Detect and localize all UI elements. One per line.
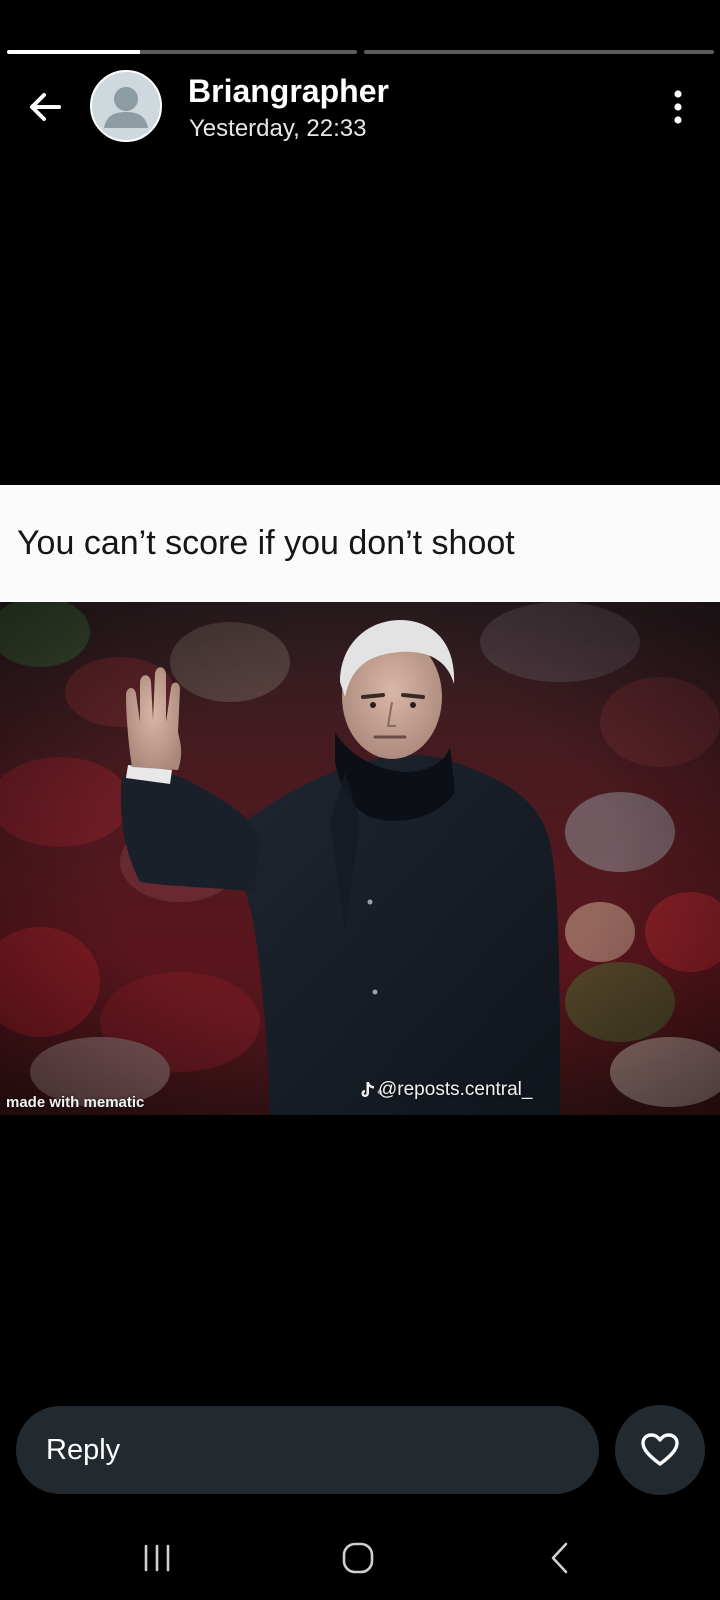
avatar[interactable] [90, 70, 162, 142]
nav-back-button[interactable] [530, 1530, 590, 1586]
chevron-left-icon [551, 1542, 568, 1574]
like-button[interactable] [615, 1405, 705, 1495]
nav-home-button[interactable] [328, 1530, 388, 1586]
heart-outline-icon [641, 1433, 679, 1466]
home-icon [342, 1542, 374, 1574]
story-media[interactable]: You can’t score if you don’t shoot made … [0, 485, 720, 1115]
tiktok-handle: @reposts.central_ [378, 1079, 533, 1100]
reply-placeholder: Reply [46, 1433, 121, 1466]
more-vertical-icon [674, 90, 682, 124]
tiktok-icon [361, 1082, 374, 1097]
story-progress-1-fill [7, 50, 140, 54]
post-timestamp: Yesterday, 22:33 [189, 115, 367, 142]
reply-input[interactable]: Reply [16, 1406, 599, 1494]
mematic-watermark: made with mematic [6, 1094, 145, 1111]
back-button[interactable] [18, 80, 72, 134]
more-options-button[interactable] [656, 82, 700, 132]
story-progress-1 [7, 50, 357, 54]
meme-caption: You can’t score if you don’t shoot [0, 485, 720, 602]
story-progress-2 [364, 50, 714, 54]
coach-photo [0, 602, 720, 1115]
meme-photo: made with mematic @reposts.central_ [0, 602, 720, 1115]
person-icon [104, 87, 148, 128]
nav-recents-button[interactable] [127, 1530, 187, 1586]
recents-icon [144, 1544, 170, 1572]
arrow-left-icon [30, 93, 61, 121]
tiktok-watermark: @reposts.central_ [360, 1079, 532, 1101]
username[interactable]: Briangrapher [188, 72, 389, 110]
